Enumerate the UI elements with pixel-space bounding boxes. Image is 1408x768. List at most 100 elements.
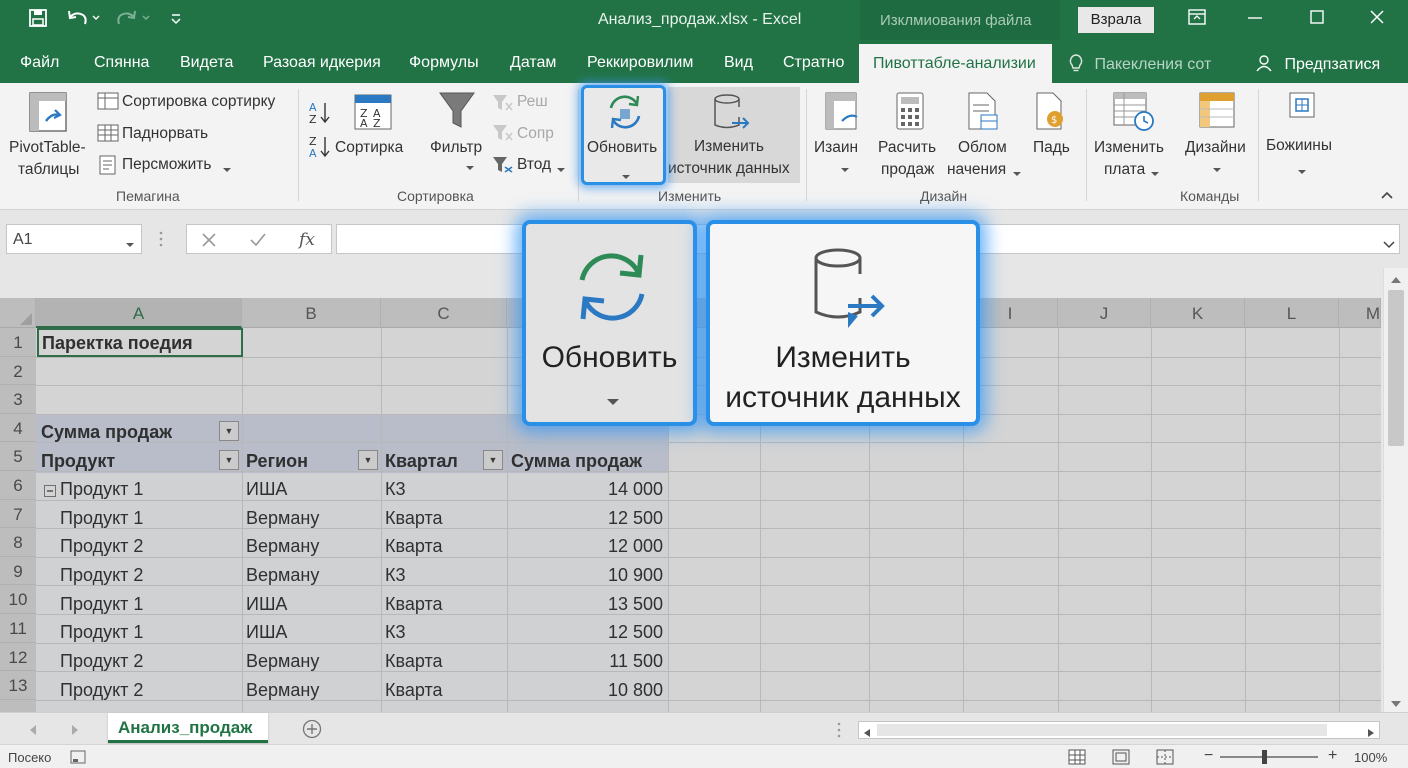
collapse-ribbon-icon[interactable] xyxy=(1380,187,1394,205)
cell-region[interactable]: Верману xyxy=(246,508,319,529)
row-header-11[interactable]: 11 xyxy=(0,614,36,643)
column-header-a[interactable]: A xyxy=(36,298,242,328)
advanced-filter-icon[interactable] xyxy=(492,155,514,180)
page-layout-view-icon[interactable] xyxy=(1112,749,1130,768)
dropdown-quarter-icon[interactable]: ▼ xyxy=(483,450,503,470)
zoom-level[interactable]: 100% xyxy=(1354,750,1387,765)
pivot-design-icon[interactable] xyxy=(1198,91,1238,138)
tell-me-box[interactable]: Пакекления сот xyxy=(1068,54,1211,74)
vertical-scrollbar[interactable] xyxy=(1383,268,1408,712)
collapse-minus-icon[interactable] xyxy=(44,484,56,502)
cell-product[interactable]: Продукт 1 xyxy=(60,479,143,500)
search-box[interactable]: Изклмиования файла xyxy=(860,0,1060,40)
login-button[interactable]: Взрала xyxy=(1078,7,1154,33)
scroll-thumb[interactable] xyxy=(877,724,1327,736)
table-clock-icon[interactable] xyxy=(1112,91,1156,138)
grid-icon[interactable] xyxy=(97,123,119,148)
dropdown-sum-icon[interactable]: ▼ xyxy=(219,421,239,441)
cell-sum[interactable]: 12 500 xyxy=(511,508,663,529)
raschit-label-2[interactable]: продаж xyxy=(881,161,934,179)
cell-sum[interactable]: 10 800 xyxy=(511,680,663,701)
next-sheet-icon[interactable] xyxy=(70,723,80,741)
cell-product[interactable]: Продукт 1 xyxy=(60,622,143,643)
column-header-j[interactable]: J xyxy=(1058,298,1151,328)
column-header-m[interactable]: M xyxy=(1339,298,1381,328)
zoom-slider[interactable] xyxy=(1220,756,1318,758)
calculator-icon[interactable] xyxy=(895,91,925,138)
cell-product[interactable]: Продукт 1 xyxy=(60,594,143,615)
izain-button[interactable]: Изаин xyxy=(814,139,858,157)
select-all-corner[interactable] xyxy=(0,298,36,328)
row-header-8[interactable]: 8 xyxy=(0,528,36,557)
row-header-13[interactable]: 13 xyxy=(0,671,36,700)
dizaini-button[interactable]: Дизайни xyxy=(1185,139,1246,157)
cell-sum[interactable]: 10 900 xyxy=(511,565,663,586)
change-data-source-button-small[interactable]: Изменить источник данных xyxy=(668,87,800,183)
tab-pivottable-analyze[interactable]: Пивоттабле-анализии xyxy=(859,44,1052,83)
sort-az-icon[interactable]: AZZA xyxy=(308,99,330,164)
pivot-chart-icon[interactable] xyxy=(824,91,864,138)
scroll-up-icon[interactable] xyxy=(1390,272,1402,290)
cell-quarter[interactable]: Кварта xyxy=(385,594,443,615)
cell-product[interactable]: Продукт 2 xyxy=(60,536,143,557)
cell-region[interactable]: ИША xyxy=(246,622,287,643)
persmozhit-button[interactable]: Персможить xyxy=(122,156,211,174)
izm-plata-label-1[interactable]: Изменить xyxy=(1094,139,1164,157)
oblom-label-1[interactable]: Облом xyxy=(958,139,1007,157)
cell-sum[interactable]: 14 000 xyxy=(511,479,663,500)
row-header-7[interactable]: 7 xyxy=(0,499,36,529)
redo-icon[interactable] xyxy=(116,8,150,33)
column-header-l[interactable]: L xyxy=(1245,298,1339,328)
cell-quarter[interactable]: К3 xyxy=(385,565,406,586)
column-header-k[interactable]: K xyxy=(1151,298,1245,328)
row-header-9[interactable]: 9 xyxy=(0,556,36,586)
zoom-in-icon[interactable]: + xyxy=(1328,747,1337,765)
cell-region[interactable]: Верману xyxy=(246,536,319,557)
pad-button[interactable]: Падь xyxy=(1033,139,1070,157)
row-header-12[interactable]: 12 xyxy=(0,642,36,672)
sort-sort-button[interactable]: Сортировка сортирку xyxy=(122,93,275,111)
bozhiiny-button[interactable]: Божиины xyxy=(1266,137,1332,155)
pivottable-icon[interactable] xyxy=(28,91,70,140)
filter-button[interactable]: Фильтр xyxy=(430,139,482,157)
column-header-b[interactable]: B xyxy=(242,298,381,328)
tab-insert[interactable]: Видета xyxy=(180,54,233,72)
cell-region[interactable]: ИША xyxy=(246,479,287,500)
cell-quarter[interactable]: Кварта xyxy=(385,680,443,701)
tab-home[interactable]: Спянна xyxy=(94,54,149,72)
cell-quarter[interactable]: К3 xyxy=(385,479,406,500)
cell-region[interactable]: Верману xyxy=(246,565,319,586)
enter-icon[interactable] xyxy=(249,232,267,253)
zoom-out-icon[interactable]: − xyxy=(1204,747,1213,765)
document-icon[interactable] xyxy=(97,155,119,180)
document-lines-icon[interactable] xyxy=(967,91,1001,138)
maximize-icon[interactable] xyxy=(1306,8,1328,30)
cancel-icon[interactable] xyxy=(201,232,217,253)
cell-region[interactable]: Верману xyxy=(246,680,319,701)
page-icon[interactable]: $ xyxy=(1035,91,1069,138)
row-header-1[interactable]: 1 xyxy=(0,328,36,357)
ribbon-display-options-icon[interactable] xyxy=(1186,8,1208,30)
cell-sum[interactable]: 13 500 xyxy=(511,594,663,615)
minimize-icon[interactable] xyxy=(1244,8,1266,30)
oblom-label-2[interactable]: начения xyxy=(947,161,1006,179)
normal-view-icon[interactable] xyxy=(1068,749,1086,768)
padnorvat-button[interactable]: Паднорвать xyxy=(122,125,208,143)
dropdown-product-icon[interactable]: ▼ xyxy=(219,450,239,470)
zoom-slider-thumb[interactable] xyxy=(1262,750,1267,764)
tab-review[interactable]: Реккировилим xyxy=(587,54,693,72)
refresh-button-small[interactable]: Обновить xyxy=(581,85,666,185)
scroll-thumb[interactable] xyxy=(1388,290,1404,446)
pivot-sum-header[interactable]: Сумма продаж xyxy=(41,422,172,443)
cell-sum[interactable]: 11 500 xyxy=(511,651,663,672)
sort-button[interactable]: Сортирка xyxy=(335,139,403,157)
undo-icon[interactable] xyxy=(66,8,100,33)
cell-product[interactable]: Продукт 1 xyxy=(60,508,143,529)
cell-quarter[interactable]: Кварта xyxy=(385,651,443,672)
name-box[interactable]: A1 xyxy=(6,224,142,254)
filter-icon[interactable] xyxy=(438,91,476,136)
cell-product[interactable]: Продукт 2 xyxy=(60,651,143,672)
cell-region[interactable]: Верману xyxy=(246,651,319,672)
tab-view[interactable]: Вид xyxy=(724,54,753,72)
tab-data[interactable]: Датам xyxy=(510,54,556,72)
